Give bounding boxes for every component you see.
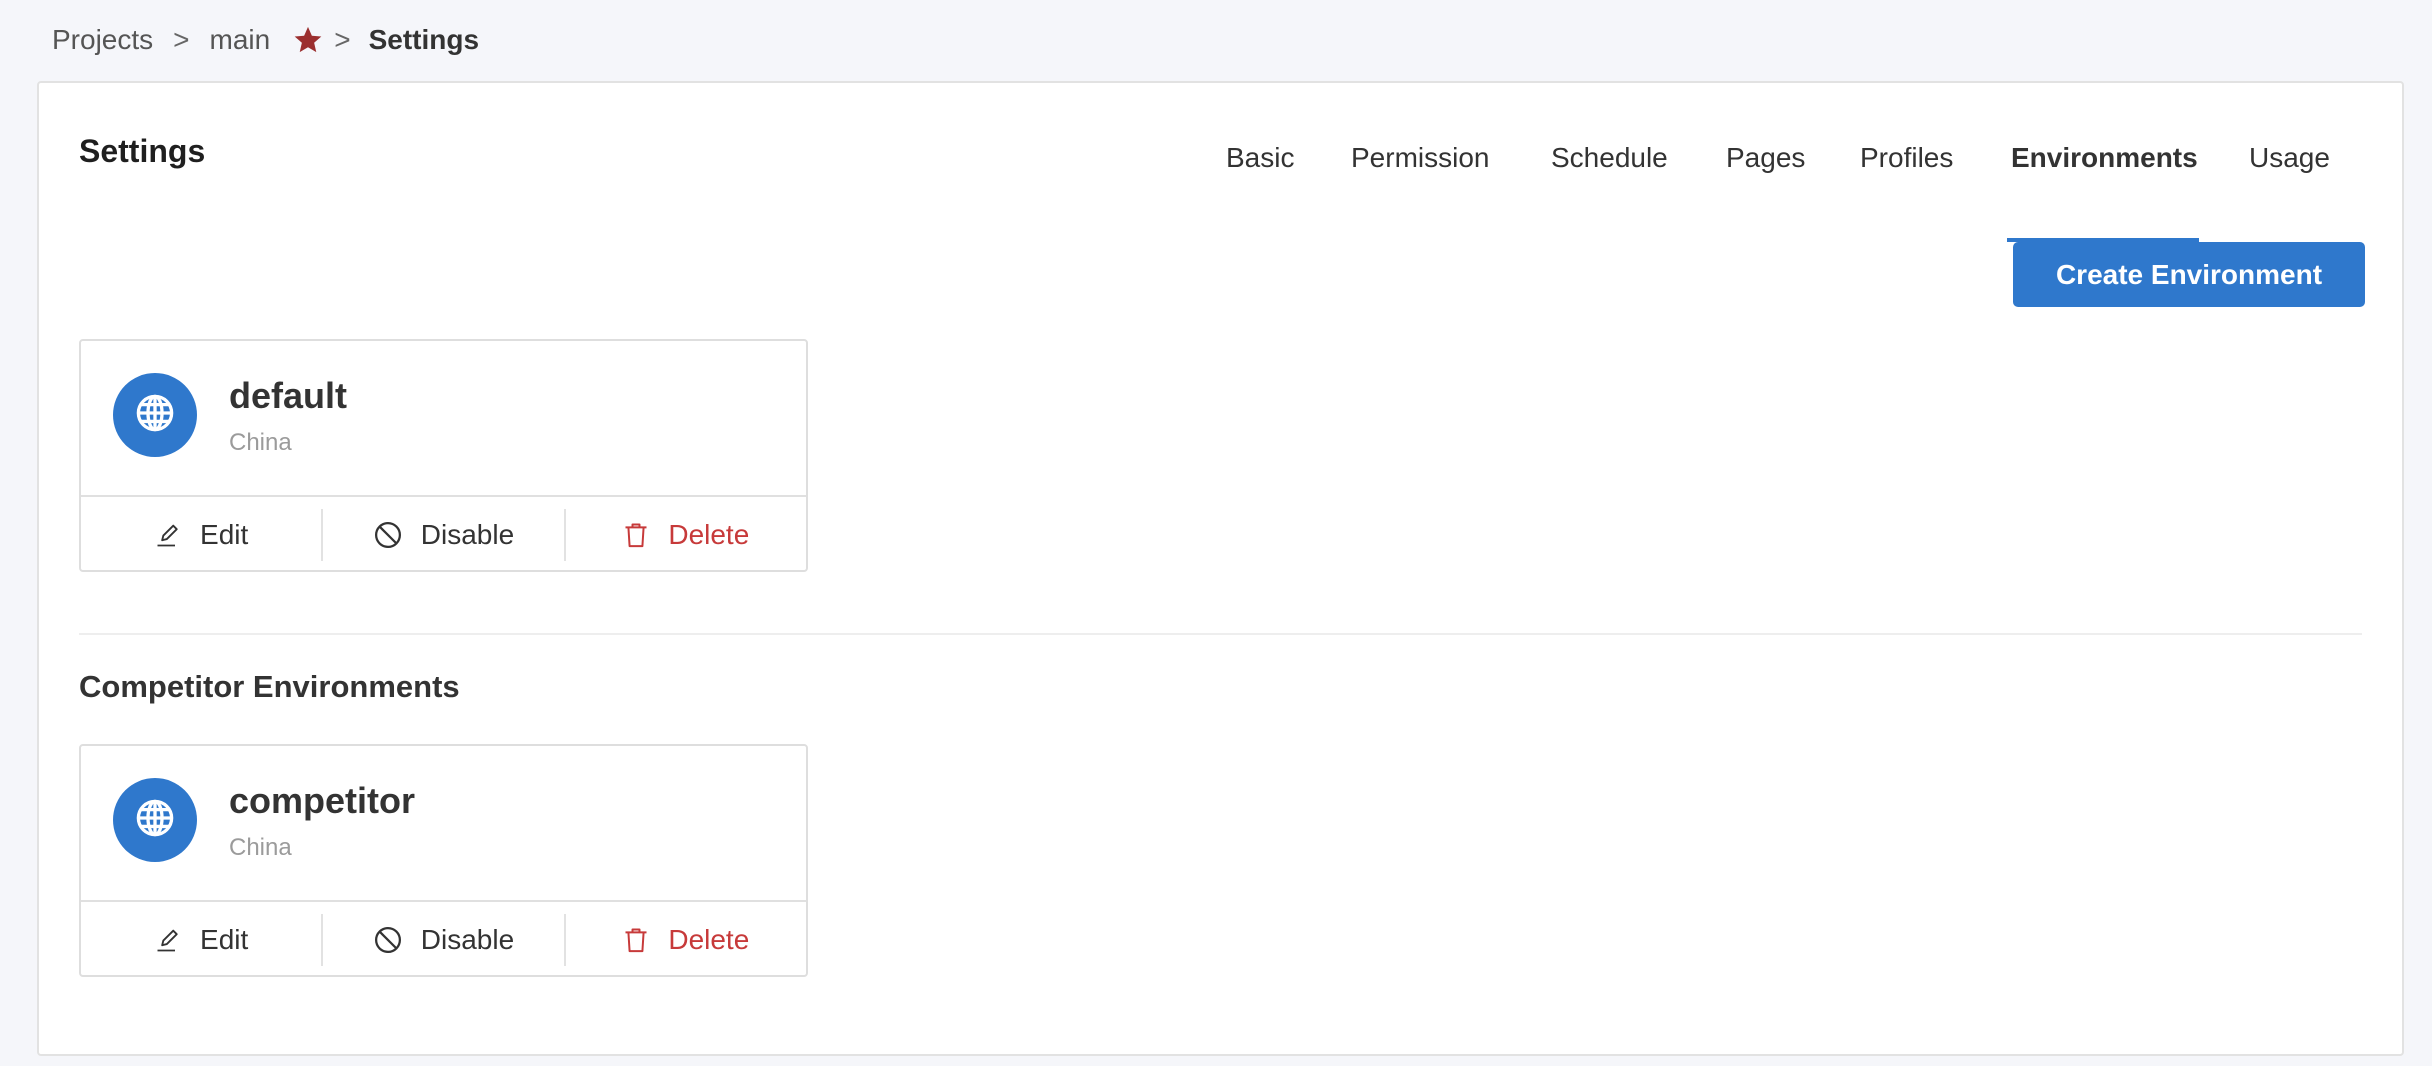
- settings-tabs: Basic Permission Schedule Pages Profiles…: [39, 131, 2402, 242]
- globe-icon: [134, 392, 176, 439]
- disable-label: Disable: [420, 923, 515, 955]
- edit-label: Edit: [200, 923, 249, 955]
- environment-avatar: [113, 373, 197, 457]
- breadcrumb-current: Settings: [368, 24, 480, 55]
- environment-actions: Edit Disable Delete: [81, 497, 806, 572]
- pencil-icon: [154, 521, 182, 549]
- environment-card-header: competitor China: [81, 746, 806, 902]
- disable-button[interactable]: Disable: [321, 508, 563, 561]
- globe-icon: [134, 797, 176, 844]
- environment-region: China: [229, 429, 292, 456]
- tab-basic[interactable]: Basic: [1226, 131, 1294, 191]
- tab-permission[interactable]: Permission: [1351, 131, 1489, 191]
- disable-button[interactable]: Disable: [321, 913, 563, 966]
- environment-card: competitor China Edit Disable Delete: [79, 744, 808, 977]
- tab-pages[interactable]: Pages: [1726, 131, 1805, 191]
- edit-button[interactable]: Edit: [81, 914, 321, 966]
- tab-environments[interactable]: Environments: [2011, 131, 2198, 191]
- pencil-icon: [154, 926, 182, 954]
- delete-label: Delete: [668, 518, 750, 550]
- breadcrumb-separator: >: [334, 24, 351, 55]
- environment-name[interactable]: default: [229, 375, 347, 417]
- breadcrumb-main[interactable]: main: [210, 24, 271, 56]
- delete-button[interactable]: Delete: [563, 508, 806, 561]
- trash-icon: [622, 926, 650, 954]
- disable-label: Disable: [420, 518, 515, 550]
- ban-icon: [373, 925, 403, 955]
- tab-schedule[interactable]: Schedule: [1551, 131, 1668, 191]
- environment-card-header: default China: [81, 341, 806, 497]
- edit-label: Edit: [200, 518, 249, 550]
- competitor-section-title: Competitor Environments: [79, 669, 460, 704]
- environment-region: China: [229, 834, 292, 861]
- environment-name[interactable]: competitor: [229, 780, 415, 822]
- delete-button[interactable]: Delete: [563, 913, 806, 966]
- delete-label: Delete: [668, 923, 750, 955]
- breadcrumb: Projects > main > Settings: [52, 18, 479, 62]
- tab-profiles[interactable]: Profiles: [1860, 131, 1953, 191]
- breadcrumb-projects[interactable]: Projects: [52, 24, 153, 56]
- ban-icon: [373, 520, 403, 550]
- tab-usage[interactable]: Usage: [2249, 131, 2330, 191]
- create-environment-button[interactable]: Create Environment: [2013, 242, 2365, 307]
- environment-actions: Edit Disable Delete: [81, 902, 806, 977]
- environment-avatar: [113, 778, 197, 862]
- trash-icon: [622, 521, 650, 549]
- environment-card: default China Edit Disable Delete: [79, 339, 808, 572]
- breadcrumb-separator: >: [173, 24, 190, 55]
- section-divider: [79, 633, 2362, 635]
- edit-button[interactable]: Edit: [81, 509, 321, 561]
- settings-panel: Settings Basic Permission Schedule Pages…: [37, 81, 2404, 1056]
- star-icon[interactable]: [292, 24, 324, 56]
